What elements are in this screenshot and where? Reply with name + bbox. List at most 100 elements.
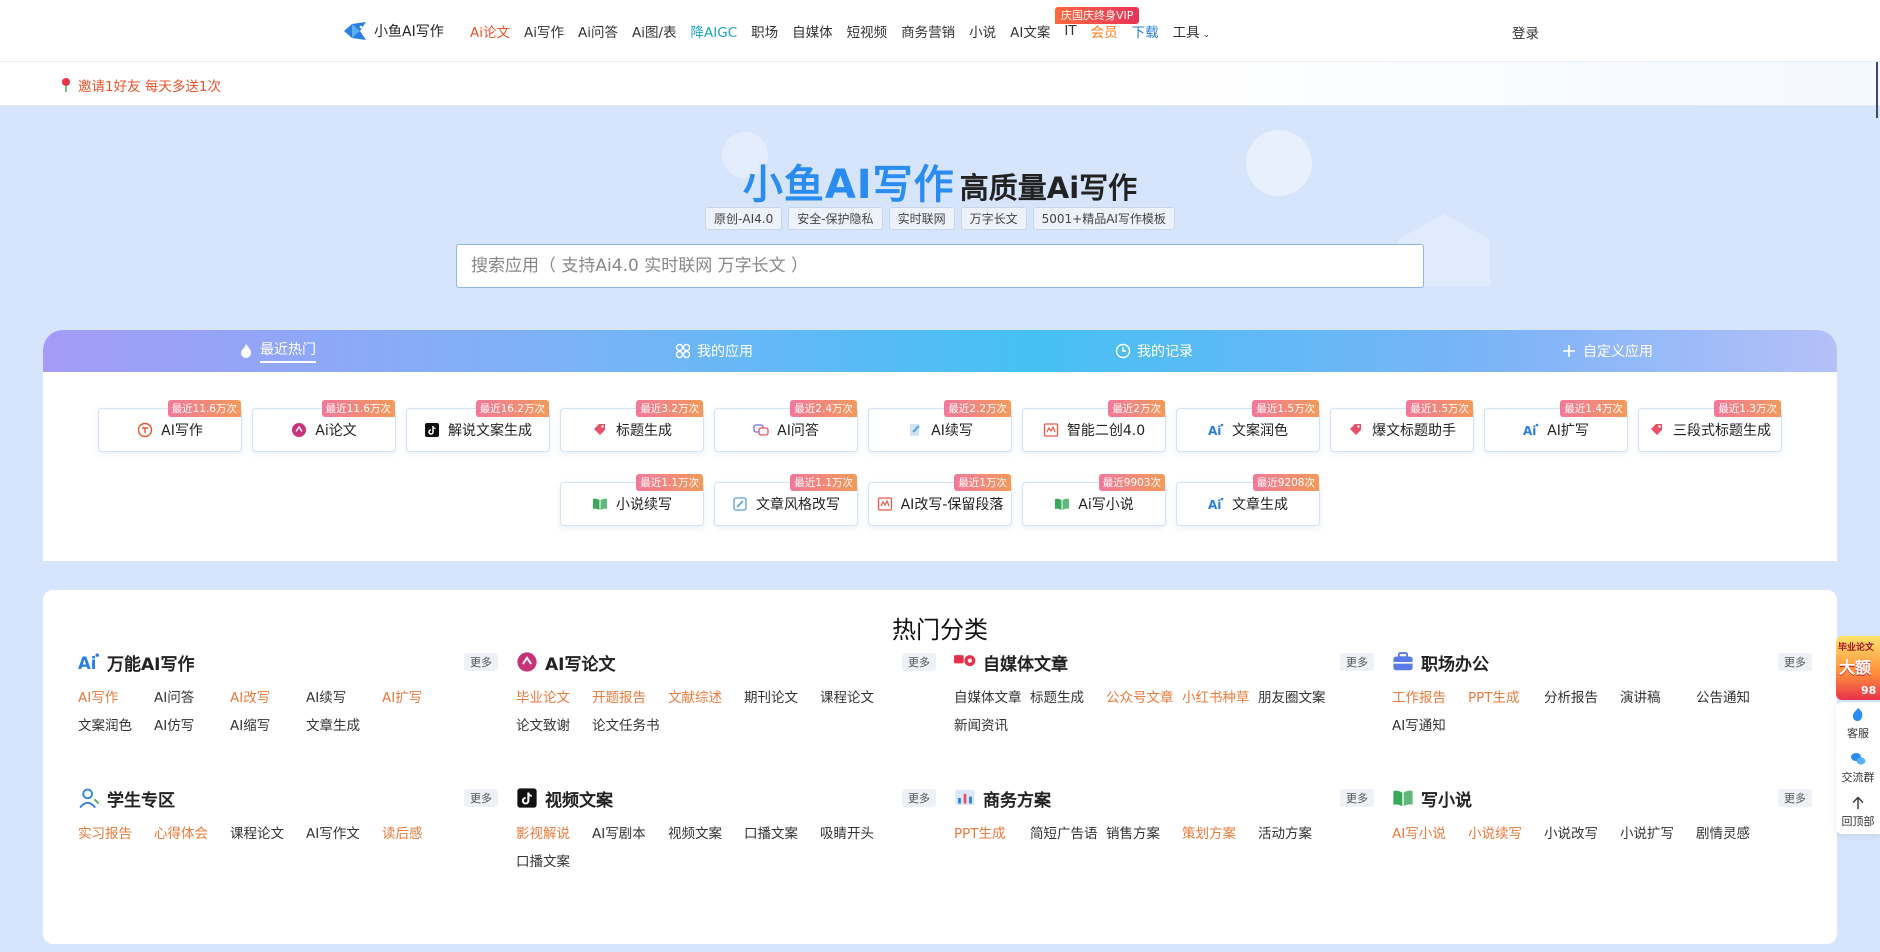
app-card[interactable]: Ai写小说 最近9903次 bbox=[1022, 474, 1166, 526]
category-link[interactable]: 分析报告 bbox=[1544, 686, 1620, 706]
more-button[interactable]: 更多 bbox=[464, 789, 498, 807]
promo-banner[interactable]: 毕业论文 大额 98 bbox=[1836, 636, 1880, 700]
invite-promo[interactable]: 邀请1好友 每天多送1次 bbox=[60, 75, 221, 95]
app-card[interactable]: 解说文案生成 最近16.2万次 bbox=[406, 400, 550, 452]
category-link[interactable]: 口播文案 bbox=[744, 822, 820, 842]
app-card[interactable]: AI写作 最近11.6万次 bbox=[98, 400, 242, 452]
category-link[interactable]: 吸睛开头 bbox=[820, 822, 896, 842]
category-link[interactable]: 工作报告 bbox=[1392, 686, 1468, 706]
category-link[interactable]: 小说续写 bbox=[1468, 822, 1544, 842]
category-link[interactable]: 口播文案 bbox=[516, 850, 592, 870]
category-link[interactable]: 剧情灵感 bbox=[1696, 822, 1772, 842]
category-link[interactable]: 销售方案 bbox=[1106, 822, 1182, 842]
nav-tools-dropdown[interactable]: 工具 ⌄ bbox=[1173, 21, 1211, 41]
category-link[interactable]: AI扩写 bbox=[382, 686, 458, 706]
app-card[interactable]: 标题生成 最近3.2万次 bbox=[560, 400, 704, 452]
more-button[interactable]: 更多 bbox=[1340, 653, 1374, 671]
category-link[interactable]: 小说扩写 bbox=[1620, 822, 1696, 842]
category-link[interactable]: 小红书种草 bbox=[1182, 686, 1258, 706]
category-link[interactable]: 实习报告 bbox=[78, 822, 154, 842]
nav-item-2[interactable]: Ai问答 bbox=[578, 21, 618, 41]
more-button[interactable]: 更多 bbox=[902, 789, 936, 807]
app-card[interactable]: AI问答 最近2.4万次 bbox=[714, 400, 858, 452]
nav-item-13[interactable]: 下载 bbox=[1132, 21, 1159, 41]
nav-item-10[interactable]: AI文案 bbox=[1010, 21, 1050, 41]
more-button[interactable]: 更多 bbox=[464, 653, 498, 671]
nav-item-8[interactable]: 商务营销 bbox=[901, 21, 955, 41]
app-card[interactable]: 小说续写 最近1.1万次 bbox=[560, 474, 704, 526]
nav-item-1[interactable]: Ai写作 bbox=[524, 21, 564, 41]
app-card[interactable]: 文章风格改写 最近1.1万次 bbox=[714, 474, 858, 526]
category-link[interactable]: AI写小说 bbox=[1392, 822, 1468, 842]
category-link[interactable]: PPT生成 bbox=[1468, 686, 1544, 706]
float-item-arrow-up[interactable]: 回顶部 bbox=[1836, 790, 1880, 834]
app-card[interactable]: Ai 文章生成 最近9208次 bbox=[1176, 474, 1320, 526]
app-card[interactable]: 三段式标题生成 最近1.3万次 bbox=[1638, 400, 1782, 452]
category-link[interactable]: 毕业论文 bbox=[516, 686, 592, 706]
category-link[interactable]: 活动方案 bbox=[1258, 822, 1334, 842]
search-input[interactable] bbox=[456, 244, 1424, 288]
category-link[interactable]: 开题报告 bbox=[592, 686, 668, 706]
float-item-support[interactable]: 客服 bbox=[1836, 702, 1880, 746]
category-link[interactable]: 期刊论文 bbox=[744, 686, 820, 706]
app-card[interactable]: 智能二创4.0 最近2万次 bbox=[1022, 400, 1166, 452]
category-link[interactable]: 自媒体文章 bbox=[954, 686, 1030, 706]
tab-1[interactable]: 我的应用 bbox=[675, 330, 753, 372]
tab-3[interactable]: 自定义应用 bbox=[1561, 330, 1653, 372]
more-button[interactable]: 更多 bbox=[1340, 789, 1374, 807]
category-link[interactable]: 策划方案 bbox=[1182, 822, 1258, 842]
category-link[interactable]: 小说改写 bbox=[1544, 822, 1620, 842]
category-link[interactable]: 标题生成 bbox=[1030, 686, 1106, 706]
nav-item-5[interactable]: 职场 bbox=[751, 21, 778, 41]
category-link[interactable]: 读后感 bbox=[382, 822, 458, 842]
category-link[interactable]: 文章生成 bbox=[306, 714, 382, 734]
more-button[interactable]: 更多 bbox=[1778, 653, 1812, 671]
category-link[interactable]: 演讲稿 bbox=[1620, 686, 1696, 706]
app-card[interactable]: AI改写-保留段落 最近1万次 bbox=[868, 474, 1012, 526]
category-link[interactable]: PPT生成 bbox=[954, 822, 1030, 842]
login-link[interactable]: 登录 bbox=[1512, 22, 1539, 42]
category-link[interactable]: AI续写 bbox=[306, 686, 382, 706]
category-link[interactable]: 论文任务书 bbox=[592, 714, 668, 734]
category-link[interactable]: 朋友圈文案 bbox=[1258, 686, 1334, 706]
app-card[interactable]: 爆文标题助手 最近1.5万次 bbox=[1330, 400, 1474, 452]
app-card[interactable]: Ai论文 最近11.6万次 bbox=[252, 400, 396, 452]
category-link[interactable]: AI写剧本 bbox=[592, 822, 668, 842]
category-link[interactable]: AI仿写 bbox=[154, 714, 230, 734]
tab-0[interactable]: 最近热门 bbox=[238, 330, 316, 372]
category-link[interactable]: 影视解说 bbox=[516, 822, 592, 842]
nav-item-3[interactable]: Ai图/表 bbox=[632, 21, 677, 41]
category-link[interactable]: 文案润色 bbox=[78, 714, 154, 734]
category-link[interactable]: 公告通知 bbox=[1696, 686, 1772, 706]
category-link[interactable]: 课程论文 bbox=[230, 822, 306, 842]
category-link[interactable]: 论文致谢 bbox=[516, 714, 592, 734]
category-link[interactable]: AI缩写 bbox=[230, 714, 306, 734]
logo[interactable]: 小鱼AI写作 bbox=[342, 18, 444, 44]
nav-item-9[interactable]: 小说 bbox=[969, 21, 996, 41]
nav-item-11[interactable]: IT bbox=[1064, 23, 1076, 39]
nav-item-12[interactable]: 会员 bbox=[1091, 21, 1118, 41]
category-link[interactable]: AI写通知 bbox=[1392, 714, 1468, 734]
tab-2[interactable]: 我的记录 bbox=[1115, 330, 1193, 372]
nav-item-6[interactable]: 自媒体 bbox=[792, 21, 833, 41]
category-link[interactable]: 心得体会 bbox=[154, 822, 230, 842]
category-link[interactable]: AI写作 bbox=[78, 686, 154, 706]
category-link[interactable]: AI写作文 bbox=[306, 822, 382, 842]
category-link[interactable]: 新闻资讯 bbox=[954, 714, 1030, 734]
category-link[interactable]: 文献综述 bbox=[668, 686, 744, 706]
category-link[interactable]: AI问答 bbox=[154, 686, 230, 706]
float-item-chat[interactable]: 交流群 bbox=[1836, 746, 1880, 790]
category-link[interactable]: 课程论文 bbox=[820, 686, 896, 706]
nav-item-4[interactable]: 降AIGC bbox=[691, 21, 738, 41]
app-card[interactable]: Ai 文案润色 最近1.5万次 bbox=[1176, 400, 1320, 452]
nav-item-0[interactable]: Ai论文 bbox=[470, 21, 510, 41]
category-link[interactable]: 视频文案 bbox=[668, 822, 744, 842]
more-button[interactable]: 更多 bbox=[1778, 789, 1812, 807]
nav-item-7[interactable]: 短视频 bbox=[847, 21, 888, 41]
more-button[interactable]: 更多 bbox=[902, 653, 936, 671]
app-card[interactable]: AI续写 最近2.2万次 bbox=[868, 400, 1012, 452]
category-link[interactable]: AI改写 bbox=[230, 686, 306, 706]
category-link[interactable]: 简短广告语 bbox=[1030, 822, 1106, 842]
app-card[interactable]: Ai AI扩写 最近1.4万次 bbox=[1484, 400, 1628, 452]
category-link[interactable]: 公众号文章 bbox=[1106, 686, 1182, 706]
